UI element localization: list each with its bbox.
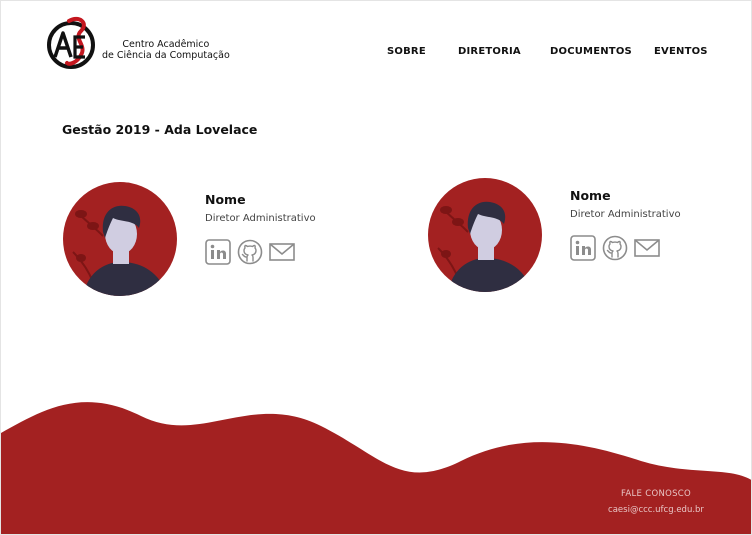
member-role: Diretor Administrativo [205,213,316,224]
member-name: Nome [570,188,611,203]
linkedin-icon[interactable] [570,235,596,261]
page: Centro Acadêmico de Ciência da Computaçã… [0,0,752,535]
nav-eventos[interactable]: EVENTOS [654,46,708,57]
section-title: Gestão 2019 - Ada Lovelace [62,122,258,137]
member-avatar [63,182,177,296]
email-icon[interactable] [269,239,295,265]
nav-documentos[interactable]: DOCUMENTOS [550,46,632,57]
nav-sobre[interactable]: SOBRE [387,46,426,57]
footer-email[interactable]: caesi@ccc.ufcg.edu.br [561,505,751,515]
footer-title: FALE CONOSCO [620,489,692,499]
brand-name: Centro Acadêmico de Ciência da Computaçã… [102,39,230,61]
brand-line-2: de Ciência da Computação [102,50,230,61]
member-avatar [428,178,542,292]
member-role: Diretor Administrativo [570,209,681,220]
github-icon[interactable] [602,235,628,261]
member-name: Nome [205,192,246,207]
nav-diretoria[interactable]: DIRETORIA [458,46,521,57]
linkedin-icon[interactable] [205,239,231,265]
email-icon[interactable] [634,235,660,261]
brand-line-1: Centro Acadêmico [122,39,210,50]
github-icon[interactable] [237,239,263,265]
caesi-logo[interactable] [45,15,99,69]
